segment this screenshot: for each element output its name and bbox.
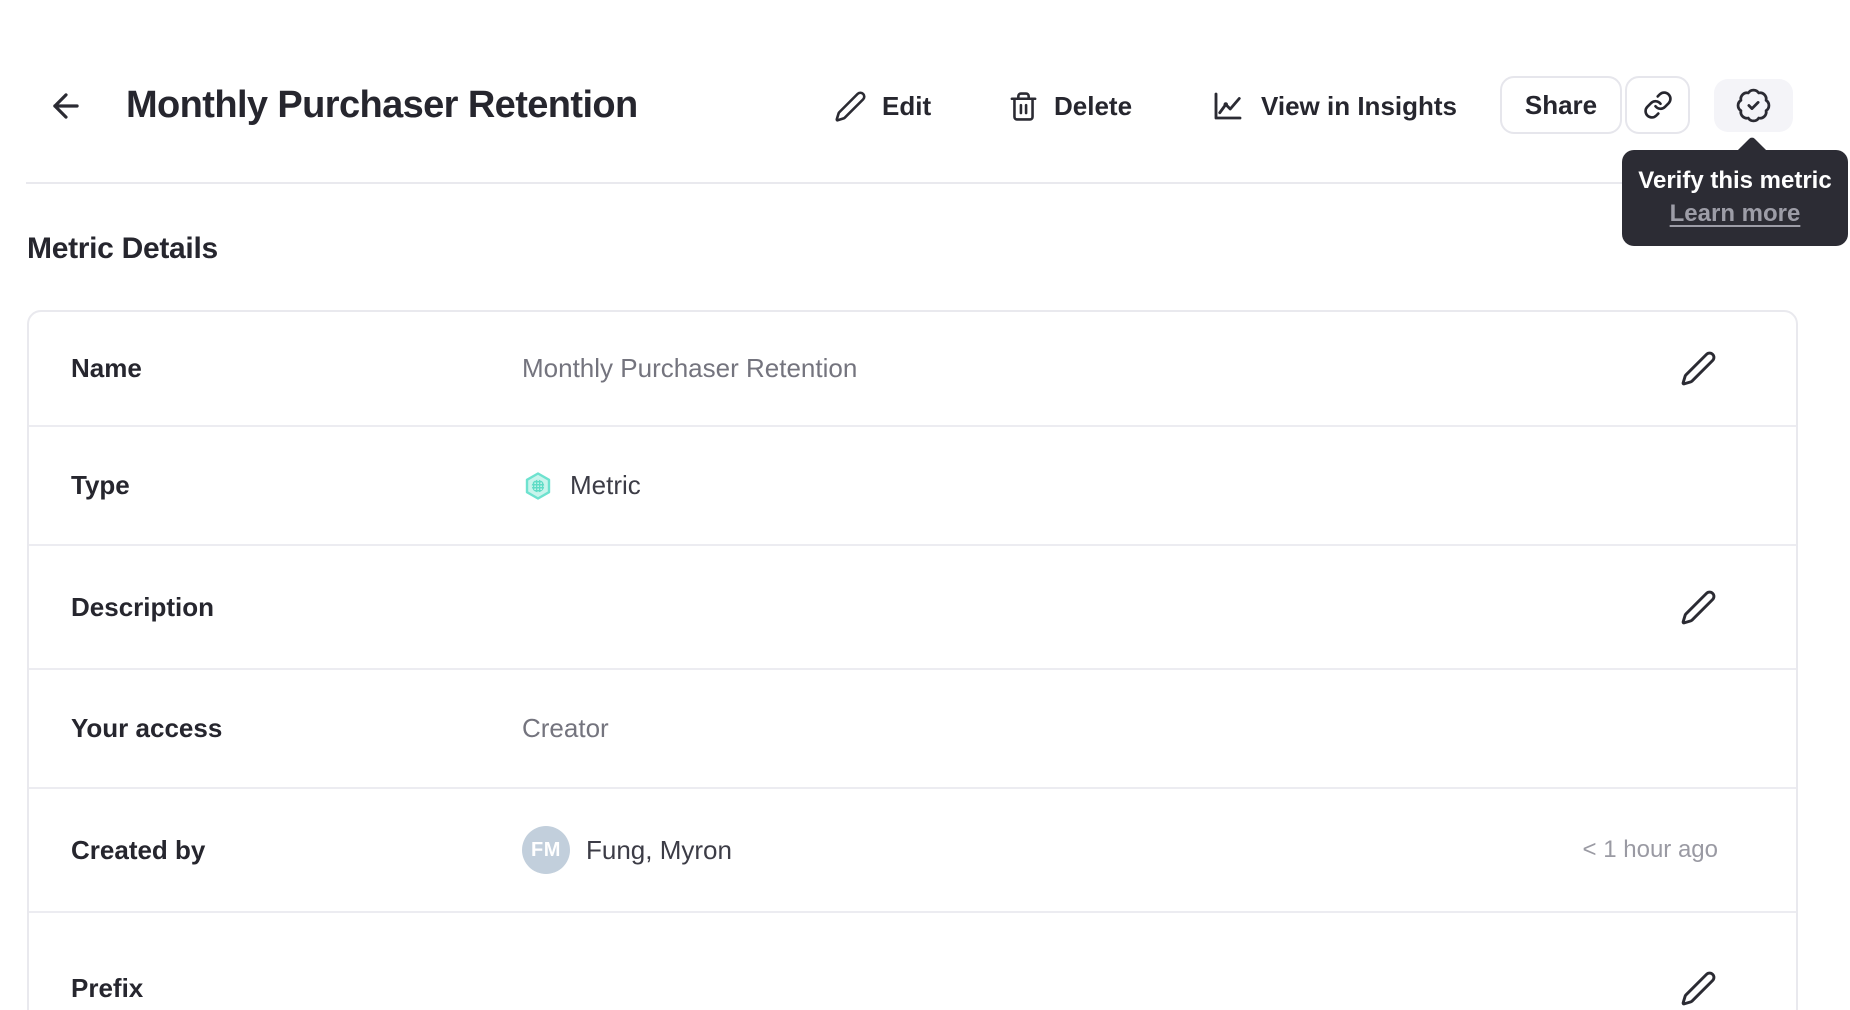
row-value: Monthly Purchaser Retention: [522, 353, 858, 383]
detail-row-description: Description: [29, 546, 1796, 670]
share-label: Share: [1524, 89, 1598, 120]
verify-metric-tooltip: Verify this metric Learn more: [1622, 150, 1848, 246]
row-label: Prefix: [71, 972, 144, 1003]
edit-label: Edit: [882, 90, 932, 121]
tooltip-title: Verify this metric: [1638, 167, 1832, 194]
created-timestamp: < 1 hour ago: [1582, 836, 1718, 863]
link-icon: [1643, 90, 1673, 120]
insights-label: View in Insights: [1261, 90, 1458, 121]
row-label: Your access: [71, 713, 223, 743]
metric-hexagon-icon: [522, 470, 554, 502]
row-label: Description: [71, 591, 215, 622]
pencil-icon: [1680, 970, 1717, 1007]
detail-row-prefix: Prefix: [29, 913, 1796, 1010]
pencil-icon: [834, 90, 867, 123]
pencil-icon: [1680, 589, 1717, 626]
detail-row-name: Name Monthly Purchaser Retention: [29, 312, 1796, 427]
metric-details-card: Name Monthly Purchaser Retention Type Me…: [27, 310, 1798, 1010]
pencil-icon: [1680, 350, 1717, 387]
row-label: Created by: [71, 834, 206, 865]
type-value: Metric: [570, 470, 641, 500]
page-title: Monthly Purchaser Retention: [126, 84, 638, 126]
trash-icon: [1008, 91, 1039, 122]
share-button[interactable]: Share: [1500, 76, 1622, 134]
row-label: Type: [71, 470, 130, 500]
section-title: Metric Details: [27, 232, 218, 265]
view-in-insights-button[interactable]: View in Insights: [1210, 78, 1457, 134]
delete-label: Delete: [1054, 90, 1133, 121]
edit-name-button[interactable]: [1678, 349, 1718, 389]
header-divider: [26, 182, 1798, 184]
detail-row-your-access: Your access Creator: [29, 670, 1796, 789]
edit-prefix-button[interactable]: [1678, 968, 1718, 1008]
detail-row-type: Type Metric: [29, 427, 1796, 546]
delete-button[interactable]: Delete: [1008, 78, 1132, 134]
avatar: FM: [522, 826, 570, 874]
copy-link-button[interactable]: [1625, 76, 1690, 134]
verified-badge-icon: [1735, 87, 1772, 124]
tooltip-learn-more-link[interactable]: Learn more: [1632, 200, 1838, 228]
verify-metric-button[interactable]: [1714, 79, 1793, 132]
edit-button[interactable]: Edit: [834, 78, 931, 134]
back-button[interactable]: [44, 84, 88, 128]
creator-name: Fung, Myron: [586, 834, 732, 865]
arrow-left-icon: [47, 87, 85, 125]
row-value: Creator: [522, 713, 609, 743]
row-label: Name: [71, 353, 142, 383]
row-value: Metric: [522, 470, 1718, 502]
detail-row-created-by: Created by FM Fung, Myron < 1 hour ago: [29, 789, 1796, 913]
line-chart-icon: [1210, 88, 1246, 124]
edit-description-button[interactable]: [1678, 587, 1718, 627]
row-value: FM Fung, Myron: [522, 826, 1559, 874]
metric-details-page: Monthly Purchaser Retention Edit Delete: [0, 0, 1850, 1010]
